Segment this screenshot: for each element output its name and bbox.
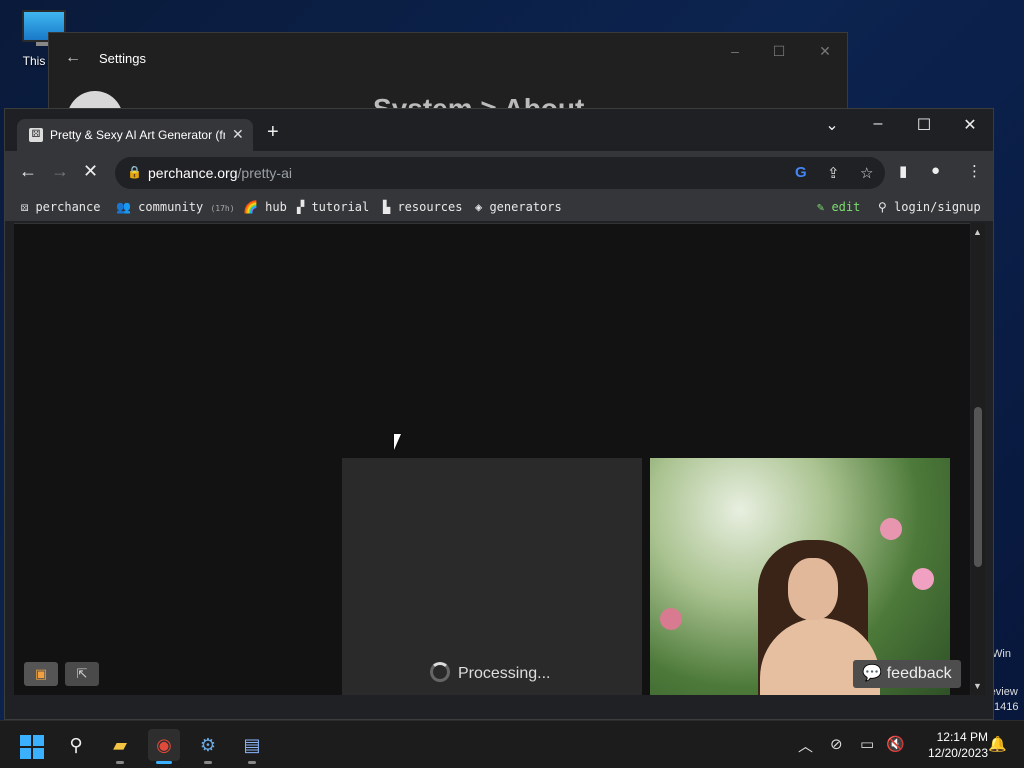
settings-gear-icon[interactable]: ⚙ bbox=[192, 729, 224, 761]
tab-search-icon[interactable]: ⌄ bbox=[819, 115, 845, 135]
bookmark-tutorial[interactable]: ▞ tutorial bbox=[297, 200, 369, 214]
image-flower bbox=[660, 608, 682, 630]
back-button[interactable]: ← bbox=[19, 161, 37, 182]
file-explorer-icon[interactable]: ▰ bbox=[104, 729, 136, 761]
page-viewport: Processing... ▣ ⇱ 💬 feedback bbox=[14, 223, 970, 695]
menu-icon[interactable]: ⋮ bbox=[967, 162, 982, 180]
image-flower bbox=[912, 568, 934, 590]
new-tab-button[interactable]: + bbox=[267, 121, 279, 144]
desktop-edge-text: Win bbox=[992, 648, 1011, 660]
lock-icon[interactable]: 🔒 bbox=[127, 165, 142, 179]
bookmark-label: generators bbox=[489, 200, 562, 214]
close-icon[interactable]: ✕ bbox=[957, 115, 983, 135]
taskbar: ⚲ ▰ ◉ ⚙ ▤ ︿ ⊘ ▭ 🔇 12:14 PM 12/20/2023 🔔 bbox=[0, 720, 1024, 768]
profile-icon[interactable]: ● bbox=[931, 162, 940, 179]
settings-title: Settings bbox=[99, 51, 146, 66]
clock-date: 12/20/2023 bbox=[927, 746, 988, 760]
bookmark-generators[interactable]: ◈ generators bbox=[475, 200, 562, 214]
bookmark-resources[interactable]: ▙ resources bbox=[383, 200, 462, 214]
minimize-icon[interactable]: – bbox=[865, 115, 891, 133]
remote-desktop-icon[interactable]: ▤ bbox=[236, 729, 268, 761]
running-indicator bbox=[204, 761, 212, 764]
forward-button[interactable]: → bbox=[51, 161, 69, 182]
spinner-icon bbox=[430, 662, 450, 682]
bookmark-label: edit bbox=[831, 200, 861, 214]
bookmark-label: hub bbox=[265, 200, 287, 214]
tray-chevron-up-icon[interactable]: ︿ bbox=[798, 735, 813, 756]
browser-window: ⚄ Pretty & Sexy AI Art Generator (free ✕… bbox=[4, 108, 994, 720]
bookmark-edit[interactable]: ✎ edit bbox=[817, 200, 860, 214]
bookmark-community[interactable]: 👥 community (17h) bbox=[116, 200, 235, 214]
processing-status: Processing... bbox=[430, 662, 550, 683]
stop-loading-button[interactable]: ✕ bbox=[83, 161, 98, 182]
chrome-icon[interactable]: ◉ bbox=[148, 729, 180, 761]
tab-close-icon[interactable]: ✕ bbox=[232, 126, 244, 143]
page-scrollbar[interactable]: ▲ ▼ bbox=[971, 223, 985, 695]
bookmark-label: login/signup bbox=[894, 200, 981, 214]
browser-tab[interactable]: ⚄ Pretty & Sexy AI Art Generator (free ✕ bbox=[17, 119, 253, 151]
running-indicator bbox=[116, 761, 124, 764]
google-lens-icon[interactable]: G bbox=[795, 164, 807, 181]
browser-toolbar: ← → ✕ 🔒 perchance.org/pretty-ai G ⇪ ☆ ▮ … bbox=[5, 151, 993, 195]
dice-icon: ⚄ bbox=[29, 128, 43, 142]
notification-bell-icon[interactable]: 🔔 bbox=[988, 735, 1007, 753]
url-host: perchance.org bbox=[148, 165, 238, 181]
network-icon[interactable]: ⊘ bbox=[830, 735, 843, 753]
url-text: perchance.org/pretty-ai bbox=[148, 165, 292, 181]
maximize-icon[interactable]: ☐ bbox=[769, 43, 789, 60]
back-arrow-icon[interactable]: ← bbox=[65, 49, 81, 67]
tab-strip: ⚄ Pretty & Sexy AI Art Generator (free ✕… bbox=[5, 109, 993, 151]
bookmark-login[interactable]: ⚲ login/signup bbox=[878, 200, 981, 214]
image-card-loading: Processing... bbox=[342, 458, 642, 695]
active-indicator bbox=[156, 761, 172, 764]
scrollbar-thumb[interactable] bbox=[974, 407, 982, 567]
scroll-down-icon[interactable]: ▼ bbox=[973, 681, 982, 691]
display-icon[interactable]: ▭ bbox=[860, 735, 874, 753]
close-icon[interactable]: ✕ bbox=[815, 43, 835, 60]
volume-muted-icon[interactable]: 🔇 bbox=[886, 735, 905, 753]
mouse-cursor-icon bbox=[394, 434, 408, 450]
bookmark-star-icon[interactable]: ☆ bbox=[860, 164, 873, 182]
gallery-icon[interactable]: ▣ bbox=[24, 662, 58, 686]
image-flower bbox=[880, 518, 902, 540]
running-indicator bbox=[248, 761, 256, 764]
bookmark-label: resources bbox=[397, 200, 463, 214]
minimize-icon[interactable]: – bbox=[725, 43, 745, 59]
expand-arrow-icon[interactable]: ⇱ bbox=[65, 662, 99, 686]
processing-label: Processing... bbox=[458, 665, 551, 682]
feedback-label: feedback bbox=[886, 665, 952, 682]
start-button[interactable] bbox=[20, 735, 44, 759]
tab-title: Pretty & Sexy AI Art Generator (free bbox=[50, 128, 225, 142]
bookmark-label: perchance bbox=[35, 200, 101, 214]
clock[interactable]: 12:14 PM 12/20/2023 bbox=[912, 729, 988, 761]
url-path: /pretty-ai bbox=[237, 165, 292, 181]
share-icon[interactable]: ⇪ bbox=[827, 164, 840, 182]
address-bar[interactable]: 🔒 perchance.org/pretty-ai G ⇪ ☆ bbox=[115, 157, 885, 189]
bookmark-perchance[interactable]: ⚄ perchance bbox=[21, 200, 100, 214]
image-face bbox=[788, 558, 838, 620]
desktop-edge-text: 1416 bbox=[994, 701, 1019, 713]
search-icon[interactable]: ⚲ bbox=[60, 729, 92, 761]
community-badge: (17h) bbox=[210, 204, 235, 213]
bookmark-label: tutorial bbox=[311, 200, 370, 214]
scroll-up-icon[interactable]: ▲ bbox=[973, 227, 982, 237]
clock-time: 12:14 PM bbox=[936, 730, 988, 744]
maximize-icon[interactable]: ☐ bbox=[911, 115, 937, 135]
bookmark-hub[interactable]: 🌈 hub bbox=[243, 200, 287, 214]
bookmarks-bar: ⚄ perchance 👥 community (17h) 🌈 hub ▞ tu… bbox=[5, 195, 993, 221]
side-panel-icon[interactable]: ▮ bbox=[899, 162, 907, 180]
feedback-button[interactable]: 💬 feedback bbox=[853, 660, 961, 688]
bookmark-label: community bbox=[138, 200, 204, 214]
